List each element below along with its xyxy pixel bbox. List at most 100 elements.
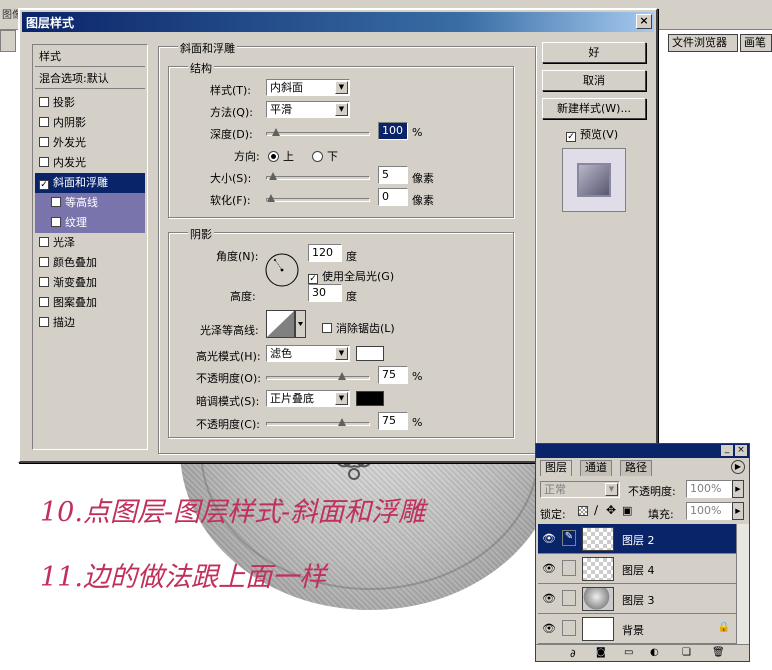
checkbox-icon[interactable] (39, 257, 49, 267)
direction-up-radio[interactable]: 上 (268, 148, 294, 164)
style-item[interactable]: 图案叠加 (35, 293, 145, 313)
checkbox-icon[interactable] (39, 277, 49, 287)
delete-layer-icon[interactable]: 🗑 (712, 647, 725, 658)
fill-arrow-icon[interactable]: ▶ (732, 502, 744, 520)
dialog-titlebar[interactable]: 图层样式 × (22, 12, 654, 32)
style-item[interactable]: 描边 (35, 313, 145, 333)
shadow-color-swatch[interactable] (356, 391, 384, 406)
eye-icon[interactable]: 👁 (542, 562, 556, 575)
highlight-opacity-slider[interactable] (266, 372, 370, 380)
checkbox-icon[interactable] (39, 117, 49, 127)
lock-position-icon[interactable]: ✥ (606, 503, 616, 517)
style-item[interactable]: 光泽 (35, 233, 145, 253)
size-slider[interactable] (266, 172, 370, 180)
shadow-opacity-input[interactable]: 75 (378, 412, 408, 430)
depth-input[interactable]: 100 (378, 122, 408, 140)
layer-link-icon[interactable]: ∂ (570, 647, 576, 660)
new-style-button[interactable]: 新建样式(W)... (542, 98, 646, 119)
direction-down-radio[interactable]: 下 (312, 148, 338, 164)
checkbox-icon[interactable] (39, 157, 49, 167)
layers-palette-titlebar[interactable]: _ × (536, 444, 749, 458)
link-slot-icon[interactable] (562, 590, 576, 606)
angle-dial-icon[interactable] (264, 252, 300, 288)
lock-transparency-icon[interactable] (578, 506, 588, 516)
brushes-tab[interactable]: 画笔 (740, 34, 772, 52)
style-item[interactable]: 投影 (35, 93, 145, 113)
link-slot-icon[interactable] (562, 620, 576, 636)
ok-button[interactable]: 好 (542, 42, 646, 63)
style-item[interactable]: 内阴影 (35, 113, 145, 133)
technique-select[interactable]: 平滑 ▼ (266, 101, 350, 118)
gloss-contour-picker-icon[interactable] (266, 310, 306, 338)
add-mask-icon[interactable]: ◙ (596, 647, 606, 658)
opacity-arrow-icon[interactable]: ▶ (732, 480, 744, 498)
new-layer-icon[interactable]: ❏ (682, 647, 691, 658)
soften-input[interactable]: 0 (378, 188, 408, 206)
angle-input[interactable]: 120 (308, 244, 342, 262)
depth-slider-thumb[interactable] (271, 128, 280, 136)
style-item[interactable]: 颜色叠加 (35, 253, 145, 273)
eye-icon[interactable]: 👁 (542, 592, 556, 605)
anti-alias-checkbox[interactable]: 消除锯齿(L) (322, 320, 395, 336)
fill-input[interactable]: 100% (686, 502, 732, 520)
file-browser-tab[interactable]: 文件浏览器 (668, 34, 738, 52)
lock-all-icon[interactable]: ▣ (622, 504, 632, 517)
layer-row[interactable]: 👁 ✎ 图层 2 (538, 524, 738, 554)
style-item[interactable]: ✓ 斜面和浮雕 (35, 173, 145, 193)
checkbox-icon[interactable] (39, 297, 49, 307)
highlight-opacity-slider-thumb[interactable] (337, 372, 346, 380)
style-item[interactable]: 内发光 (35, 153, 145, 173)
highlight-opacity-input[interactable]: 75 (378, 366, 408, 384)
shadow-opacity-slider[interactable] (266, 418, 370, 426)
checkbox-icon[interactable] (39, 97, 49, 107)
depth-slider[interactable] (266, 128, 370, 136)
highlight-color-swatch[interactable] (356, 346, 384, 361)
style-item[interactable]: 纹理 (35, 213, 145, 233)
global-light-checkbox[interactable]: ✓ 使用全局光(G) (308, 268, 394, 284)
blending-options-item[interactable]: 混合选项:默认 (35, 69, 145, 89)
tab-channels[interactable]: 通道 (580, 460, 612, 476)
cancel-button[interactable]: 取消 (542, 70, 646, 91)
checkbox-checked-icon[interactable]: ✓ (39, 180, 49, 190)
tab-layers[interactable]: 图层 (540, 460, 572, 476)
close-button[interactable]: × (636, 14, 652, 29)
layer-row[interactable]: 👁 图层 3 (538, 584, 738, 614)
altitude-input[interactable]: 30 (308, 284, 342, 302)
brush-icon[interactable]: ✎ (562, 530, 576, 546)
styles-header[interactable]: 样式 (35, 47, 145, 67)
style-item[interactable]: 等高线 (35, 193, 145, 213)
style-select[interactable]: 内斜面 ▼ (266, 79, 350, 96)
link-slot-icon[interactable] (562, 560, 576, 576)
close-icon[interactable]: × (735, 445, 747, 456)
checkbox-icon[interactable] (39, 237, 49, 247)
minimize-icon[interactable]: _ (721, 445, 733, 456)
checkbox-icon[interactable] (39, 137, 49, 147)
checkbox-icon[interactable] (51, 197, 61, 207)
shadow-mode-select[interactable]: 正片叠底 ▼ (266, 390, 350, 407)
preview-checkbox[interactable]: ✓ 预览(V) (562, 126, 618, 142)
eye-icon[interactable]: 👁 (542, 532, 556, 545)
new-group-icon[interactable]: ▭ (624, 647, 633, 658)
highlight-mode-select[interactable]: 滤色 ▼ (266, 345, 350, 362)
style-item[interactable]: 渐变叠加 (35, 273, 145, 293)
size-slider-thumb[interactable] (268, 172, 277, 180)
eye-icon[interactable]: 👁 (542, 622, 556, 635)
tab-paths[interactable]: 路径 (620, 460, 652, 476)
palette-menu-icon[interactable]: ▶ (731, 460, 745, 474)
lock-image-icon[interactable]: ∕ (594, 503, 598, 517)
soften-slider-thumb[interactable] (267, 194, 275, 202)
checkbox-icon[interactable] (51, 217, 61, 227)
style-item[interactable]: 外发光 (35, 133, 145, 153)
blend-mode-select[interactable]: 正常 ▼ (540, 481, 620, 498)
background-toolbar-button[interactable] (0, 30, 16, 52)
size-input[interactable]: 5 (378, 166, 408, 184)
soften-slider[interactable] (266, 194, 370, 202)
opacity-input[interactable]: 100% (686, 480, 732, 498)
adjustment-layer-icon[interactable]: ◐ (650, 647, 659, 658)
checkbox-icon[interactable] (39, 317, 49, 327)
radio-selected-icon (268, 151, 279, 162)
layer-row[interactable]: 👁 图层 4 (538, 554, 738, 584)
layer-row[interactable]: 👁 背景 🔒 (538, 614, 738, 644)
shadow-opacity-slider-thumb[interactable] (337, 418, 346, 426)
layer-list-scrollbar[interactable] (736, 524, 749, 644)
